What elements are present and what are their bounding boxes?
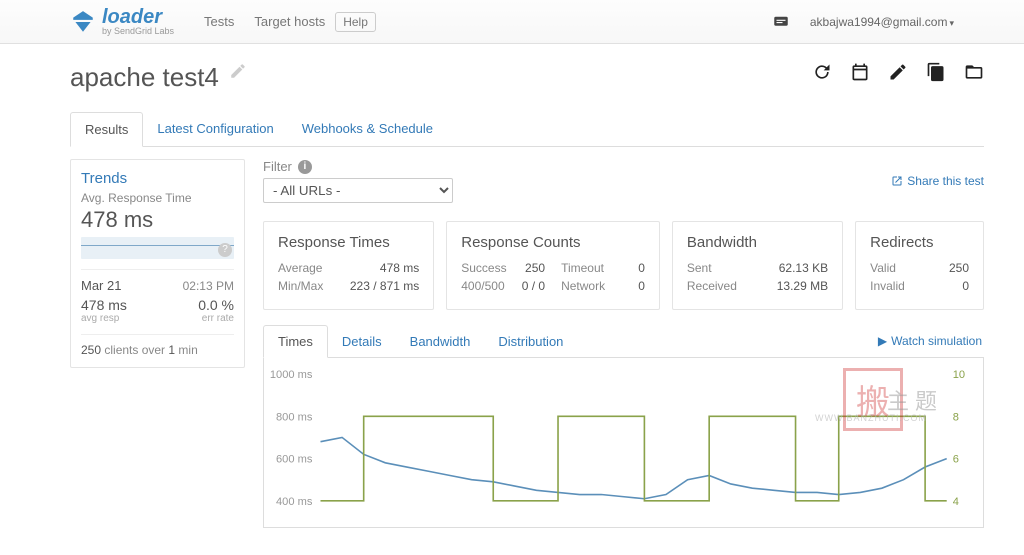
svg-text:1000 ms: 1000 ms (270, 369, 313, 381)
card-bandwidth: Bandwidth Sent62.13 KB Received13.29 MB (672, 221, 843, 310)
svg-text:4: 4 (953, 496, 959, 508)
tab-webhooks-schedule[interactable]: Webhooks & Schedule (288, 112, 447, 147)
refresh-icon[interactable] (812, 62, 832, 85)
filter-label: Filter (263, 159, 292, 174)
brand[interactable]: loader by SendGrid Labs (70, 7, 174, 36)
trends-subtitle: Avg. Response Time (81, 191, 234, 205)
info-icon[interactable]: i (298, 160, 312, 174)
trends-avg-value: 478 ms (81, 207, 234, 233)
svg-text:400 ms: 400 ms (276, 496, 313, 508)
help-icon[interactable]: ? (218, 243, 232, 257)
tab-results[interactable]: Results (70, 112, 143, 147)
trend-time: 02:13 PM (183, 279, 234, 293)
chevron-down-icon: ▾ (949, 18, 954, 28)
edit-icon[interactable] (888, 62, 908, 85)
filter-select[interactable]: - All URLs - (263, 178, 453, 203)
chart-svg: 400 ms 600 ms 800 ms 1000 ms 4 6 8 10 (270, 368, 977, 528)
top-navbar: loader by SendGrid Labs Tests Target hos… (0, 0, 1024, 44)
watch-simulation[interactable]: ▶ Watch simulation (878, 334, 984, 348)
user-menu[interactable]: akbajwa1994@gmail.com▾ (810, 15, 954, 29)
chart-tabs: Times Details Bandwidth Distribution ▶ W… (263, 324, 984, 358)
nav-target-hosts[interactable]: Target hosts (254, 14, 325, 29)
card-redirects: Redirects Valid250 Invalid0 (855, 221, 984, 310)
trend-err-rate: 0.0 % (198, 297, 234, 313)
svg-text:8: 8 (953, 411, 959, 423)
trends-sparkline: ? (81, 237, 234, 259)
main-tabs: Results Latest Configuration Webhooks & … (70, 111, 984, 147)
trend-avg-resp: 478 ms (81, 297, 127, 313)
page-title: apache test4 (70, 62, 219, 93)
share-link[interactable]: Share this test (891, 174, 984, 188)
edit-title-icon[interactable] (229, 62, 247, 83)
play-icon: ▶ (878, 334, 887, 348)
brand-sub: by SendGrid Labs (102, 27, 174, 36)
svg-text:10: 10 (953, 369, 965, 381)
copy-icon[interactable] (926, 62, 946, 85)
page-toolbar (812, 62, 984, 85)
chart-times: 搬 主题 WWW.BANZHUTI.COM 400 ms600 ms800 ms… (263, 358, 984, 528)
card-response-counts: Response Counts Success250 Timeout0 400/… (446, 221, 660, 310)
ctab-details[interactable]: Details (328, 326, 396, 357)
ctab-bandwidth[interactable]: Bandwidth (396, 326, 485, 357)
brand-name: loader (102, 7, 174, 27)
trends-title[interactable]: Trends (81, 170, 234, 187)
svg-text:600 ms: 600 ms (276, 454, 313, 466)
trend-date: Mar 21 (81, 278, 121, 293)
svg-text:800 ms: 800 ms (276, 411, 313, 423)
tab-latest-configuration[interactable]: Latest Configuration (143, 112, 287, 147)
svg-text:6: 6 (953, 454, 959, 466)
ctab-distribution[interactable]: Distribution (484, 326, 577, 357)
loader-logo-icon (70, 9, 96, 35)
share-icon (891, 175, 903, 187)
nav-help[interactable]: Help (335, 12, 376, 32)
trends-card: Trends Avg. Response Time 478 ms ? Mar 2… (70, 159, 245, 368)
messages-icon[interactable] (772, 13, 790, 31)
calendar-icon[interactable] (850, 62, 870, 85)
folder-icon[interactable] (964, 62, 984, 85)
ctab-times[interactable]: Times (263, 325, 328, 358)
nav-tests[interactable]: Tests (204, 14, 234, 29)
card-response-times: Response Times Average478 ms Min/Max223 … (263, 221, 434, 310)
trend-clients: 250 clients over 1 min (81, 334, 234, 357)
